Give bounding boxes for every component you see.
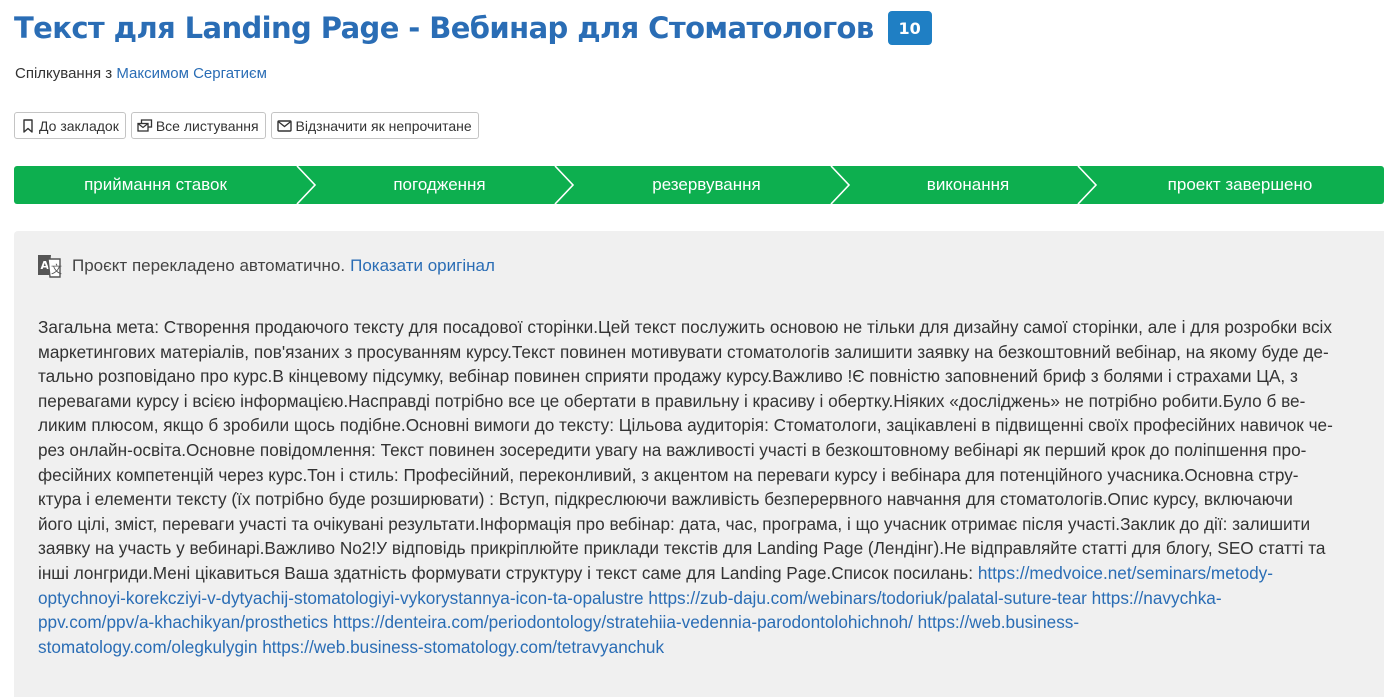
description-line: Загальна мета: Створення продаючого текс… — [38, 317, 1332, 337]
reference-link-navychka-cont[interactable]: ppv.com/ppv/a-khachikyan/prosthetics — [38, 612, 328, 632]
description-line: stomatology.com/olegkulygin https://web.… — [38, 635, 1378, 660]
translate-icon: A 文 — [36, 253, 62, 279]
translation-notice-text: Проєкт перекладено автоматично. — [72, 256, 346, 275]
mark-unread-button[interactable]: Відзначити як непрочитане — [270, 112, 479, 139]
description-line: інші лонгриди.Мені цікавиться Ваша здатн… — [38, 561, 1378, 586]
mark-unread-label: Відзначити як непрочитане — [295, 117, 472, 134]
bookmark-icon — [20, 118, 36, 134]
description-line: ppv.com/ppv/a-khachikyan/prosthetics htt… — [38, 610, 1378, 635]
all-messages-button[interactable]: Все листування — [130, 112, 266, 139]
reference-link-zub-daju[interactable]: https://zub-daju.com/webinars/todoriuk/p… — [648, 588, 1087, 608]
subtitle-prefix: Спілкування з — [15, 65, 113, 82]
reference-link-medvoice-cont[interactable]: optychnoyi-korekcziyi-v-dytyachij-stomat… — [38, 588, 644, 608]
messages-icon — [137, 118, 153, 134]
project-description-panel: A 文 Проєкт перекладено автоматично. Пока… — [14, 231, 1384, 697]
reference-link-business-stomatology-cont[interactable]: stomatology.com/olegkulygin — [38, 637, 257, 657]
svg-text:文: 文 — [51, 262, 62, 276]
description-line: тально розповідано про курс.В кінцевому … — [38, 366, 1298, 387]
description-line: маркетингових матеріалів, пов'язаних з п… — [38, 341, 1329, 362]
client-profile-link[interactable]: Максимом Сергатиєм — [116, 65, 267, 82]
all-messages-label: Все листування — [155, 117, 259, 134]
stage-bidding: приймання ставок — [84, 175, 227, 194]
project-description-text: Загальна мета: Створення продаючого текс… — [38, 315, 1378, 659]
reference-link-navychka[interactable]: https://navychka- — [1092, 588, 1222, 608]
description-line: ктура і елементи тексту (їх потрібно буд… — [38, 489, 1293, 510]
reference-link-medvoice[interactable]: https://medvoice.net/seminars/metody- — [978, 563, 1273, 583]
page-title: Текст для Landing Page - Вебинар для Сто… — [14, 11, 874, 45]
description-text-fragment: інші лонгриди.Мені цікавиться Ваша здатн… — [38, 562, 974, 583]
action-bar: До закладок Все листування Відзначити як… — [14, 112, 479, 139]
reference-link-denteira[interactable]: https://denteira.com/periodontology/stra… — [333, 612, 913, 632]
show-original-link[interactable]: Показати оригінал — [350, 256, 495, 276]
description-line: рез онлайн-освіта.Основне повідомлення: … — [38, 439, 1307, 460]
reference-link-tetravyanchuk[interactable]: https://web.business-stomatology.com/tet… — [262, 637, 664, 657]
description-line: optychnoyi-korekcziyi-v-dytyachij-stomat… — [38, 586, 1378, 611]
bookmark-button[interactable]: До закладок — [14, 112, 126, 139]
conversation-subtitle: Спілкування з Максимом Сергатиєм — [15, 65, 267, 82]
description-line: фесійних компетенцій через курс.Тон і ст… — [38, 464, 1299, 485]
reference-link-business-stomatology[interactable]: https://web.business- — [918, 612, 1079, 632]
stage-completed: проект завершено — [1167, 175, 1313, 194]
description-line: заявку на участь у вебинарі.Важливо No2!… — [38, 538, 1326, 559]
title-row: Текст для Landing Page - Вебинар для Сто… — [14, 8, 932, 48]
description-line: ликим плюсом, якщо б зробили щось подібн… — [38, 415, 1333, 436]
stage-execution: виконання — [926, 175, 1010, 194]
stage-reservation: резервування — [652, 175, 761, 194]
bookmark-label: До закладок — [39, 117, 119, 134]
description-line: його цілі, зміст, переваги участі та очі… — [38, 513, 1311, 534]
envelope-icon — [277, 118, 293, 134]
project-stage-bar: приймання ставок погодження резервування… — [14, 166, 1384, 204]
stage-agreement: погодження — [393, 175, 486, 194]
description-line: перевагами курсу і всією інформацією.Нас… — [38, 390, 1306, 411]
bids-count-badge: 10 — [887, 11, 932, 45]
auto-translation-notice: A 文 Проєкт перекладено автоматично. Пока… — [36, 253, 495, 279]
